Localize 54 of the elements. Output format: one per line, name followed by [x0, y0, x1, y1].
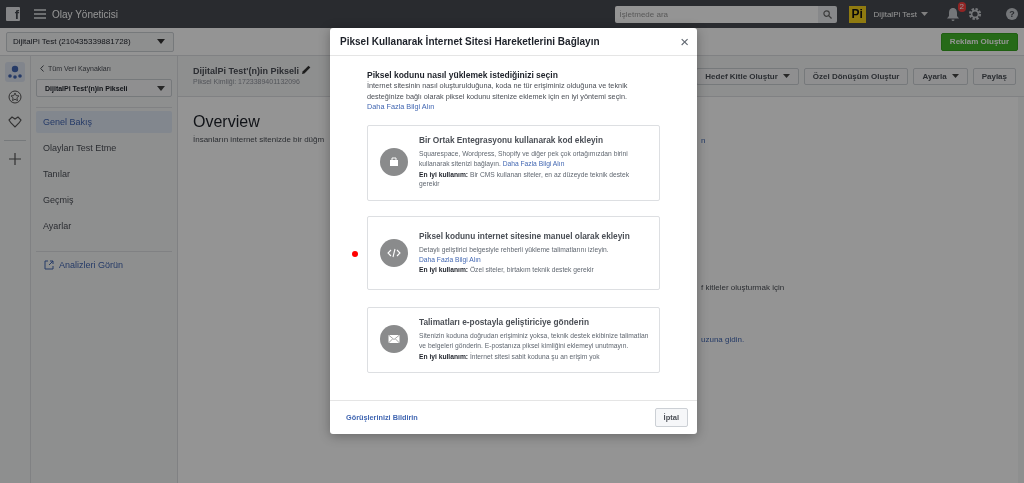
link[interactable]: n: [701, 136, 706, 145]
action-button[interactable]: Ayarla: [913, 67, 968, 85]
intro-text: İnsanların internet sitenizde bir düğm: [193, 135, 325, 144]
action-button[interactable]: Paylaş: [972, 67, 1016, 85]
action-button[interactable]: Özel Dönüşüm Oluştur: [803, 67, 909, 85]
dialog-heading: Piksel kodunu nasıl yüklemek istediğinizi seçin: [367, 70, 559, 80]
insights-link[interactable]: Analizleri Görün: [36, 260, 172, 270]
option-title: Talimatları e-postayla geliştiriciye gönderin: [419, 317, 590, 328]
pixel-name: DijitalPi Test'(n)in Pikseli: [193, 64, 311, 76]
caret-icon: [157, 39, 165, 44]
nav-item[interactable]: Olayları Test Etme: [36, 137, 172, 159]
option-card[interactable]: [367, 307, 660, 374]
option-title: Piksel kodunu internet sitesine manuel olarak ekleyin: [419, 231, 631, 242]
pencil-icon[interactable]: [301, 64, 311, 74]
envelope-icon: [380, 325, 408, 354]
add-icon: [9, 153, 21, 165]
caret-icon: [921, 12, 928, 16]
link[interactable]: uzuna gidin.: [701, 335, 745, 344]
star-icon: [8, 90, 22, 104]
create-ad-button[interactable]: Reklam Oluştur: [940, 32, 1018, 51]
code-icon: [380, 239, 408, 268]
search-icon: [822, 9, 832, 19]
settings-icon[interactable]: [968, 7, 982, 21]
shopping-bag-icon: [380, 148, 408, 177]
external-link-icon: [44, 260, 54, 270]
app-title: Olay Yöneticisi: [52, 8, 118, 20]
account-logo[interactable]: Pi: [848, 5, 866, 23]
chevron-left-icon: [40, 65, 44, 72]
rail-item[interactable]: [5, 62, 25, 82]
option-card[interactable]: [367, 125, 660, 202]
marker-dot: [352, 251, 358, 258]
rail-item[interactable]: [5, 87, 25, 107]
body-text: f kitleler oluşturmak için: [701, 283, 785, 292]
notification-badge: 2: [957, 1, 966, 12]
account-select[interactable]: DijitalPi Test (210435339881728): [6, 31, 174, 52]
nav-item[interactable]: Genel Bakış: [36, 111, 172, 133]
caret-icon: [157, 85, 165, 91]
nav-item[interactable]: Geçmiş: [36, 189, 172, 211]
facebook-logo[interactable]: f: [6, 7, 20, 21]
bell-icon[interactable]: [946, 6, 960, 22]
menu-icon[interactable]: [34, 9, 46, 19]
close-button[interactable]: ×: [680, 34, 689, 49]
action-button[interactable]: Hedef Kitle Oluştur: [696, 67, 799, 85]
caret-icon: [782, 74, 790, 78]
help-button[interactable]: ?: [1006, 8, 1018, 20]
caret-icon: [951, 74, 959, 78]
dialog-title: Piksel Kullanarak İnternet Sitesi Hareketlerini Bağlayın: [340, 36, 600, 47]
option-title: Bir Ortak Entegrasyonu kullanarak kod ekleyin: [419, 135, 604, 146]
nav-item[interactable]: Ayarlar: [36, 215, 172, 237]
search-button[interactable]: [817, 5, 837, 23]
network-icon: [8, 65, 22, 79]
nav-item[interactable]: Tanılar: [36, 163, 172, 185]
overview-heading: Overview: [193, 113, 260, 131]
account-menu[interactable]: DijitalPi Test: [873, 9, 928, 19]
